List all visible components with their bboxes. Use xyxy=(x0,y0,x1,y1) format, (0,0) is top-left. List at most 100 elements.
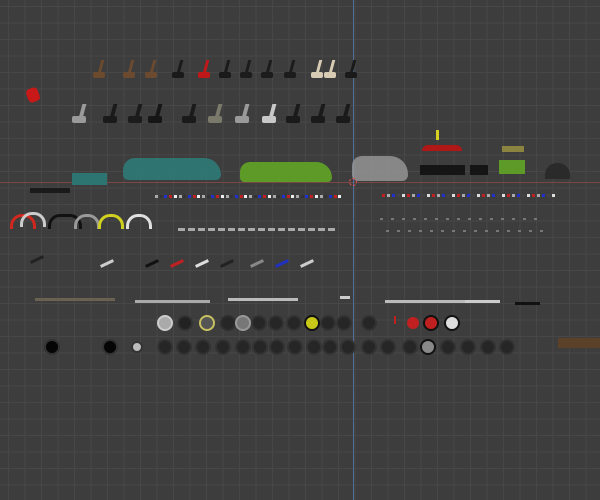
wheel-object[interactable] xyxy=(420,339,436,355)
wheel-object[interactable] xyxy=(177,315,193,331)
small-part[interactable] xyxy=(188,228,195,231)
wheel-object[interactable] xyxy=(361,315,377,331)
wheel-object[interactable] xyxy=(102,339,118,355)
small-part[interactable] xyxy=(424,218,427,220)
small-part[interactable] xyxy=(318,228,325,231)
wheel-object[interactable] xyxy=(340,339,356,355)
small-part[interactable] xyxy=(492,194,495,197)
wheel-object[interactable] xyxy=(306,339,322,355)
small-part[interactable] xyxy=(178,195,182,198)
small-part[interactable] xyxy=(159,195,163,198)
small-part[interactable] xyxy=(467,194,470,197)
wheel-object[interactable] xyxy=(286,315,302,331)
car-body-object[interactable] xyxy=(502,146,524,152)
small-part[interactable] xyxy=(477,194,480,197)
seat-object[interactable] xyxy=(311,116,325,123)
small-part[interactable] xyxy=(211,195,215,198)
small-part[interactable] xyxy=(198,228,205,231)
small-part[interactable] xyxy=(218,228,225,231)
small-part[interactable] xyxy=(380,218,383,220)
small-part[interactable] xyxy=(183,195,187,198)
small-part[interactable] xyxy=(534,218,537,220)
small-part[interactable] xyxy=(169,195,173,198)
small-part[interactable] xyxy=(462,230,466,232)
wheel-object[interactable] xyxy=(235,339,251,355)
suspension-object[interactable] xyxy=(170,259,184,268)
seat-object[interactable] xyxy=(286,116,300,123)
small-part[interactable] xyxy=(178,228,185,231)
small-part[interactable] xyxy=(272,195,276,198)
small-part[interactable] xyxy=(164,195,168,198)
small-part[interactable] xyxy=(281,195,285,198)
small-part[interactable] xyxy=(412,194,415,197)
wheel-object[interactable] xyxy=(44,339,60,355)
small-part[interactable] xyxy=(286,195,290,198)
small-part[interactable] xyxy=(537,194,540,197)
seat-object[interactable] xyxy=(148,116,162,123)
wheel-object[interactable] xyxy=(460,339,476,355)
small-part[interactable] xyxy=(253,195,257,198)
misc-part[interactable] xyxy=(436,130,439,140)
wheel-object[interactable] xyxy=(215,339,231,355)
small-part[interactable] xyxy=(187,195,191,198)
small-part[interactable] xyxy=(391,218,394,220)
small-part[interactable] xyxy=(501,218,504,220)
small-part[interactable] xyxy=(278,228,285,231)
small-part[interactable] xyxy=(258,228,265,231)
small-part[interactable] xyxy=(402,218,405,220)
wheel-object[interactable] xyxy=(287,339,303,355)
seat-object[interactable] xyxy=(240,72,252,78)
small-part[interactable] xyxy=(291,195,295,198)
wheel-object[interactable] xyxy=(444,315,460,331)
small-part[interactable] xyxy=(202,195,205,198)
seat-object[interactable] xyxy=(182,116,196,123)
small-part[interactable] xyxy=(248,228,255,231)
seat-object[interactable] xyxy=(219,72,231,78)
small-part[interactable] xyxy=(457,194,460,197)
small-part[interactable] xyxy=(452,194,455,197)
wheel-object[interactable] xyxy=(402,339,418,355)
small-part[interactable] xyxy=(487,194,490,197)
small-part[interactable] xyxy=(547,194,550,197)
small-part[interactable] xyxy=(517,230,521,232)
suspension-object[interactable] xyxy=(35,298,115,301)
seat-object[interactable] xyxy=(336,116,350,123)
fender-object[interactable] xyxy=(74,214,100,229)
seat-object[interactable] xyxy=(311,72,323,78)
small-part[interactable] xyxy=(296,195,299,198)
suspension-object[interactable] xyxy=(340,296,350,299)
small-part[interactable] xyxy=(249,195,252,198)
small-part[interactable] xyxy=(539,230,543,232)
wheel-object[interactable] xyxy=(252,339,268,355)
small-part[interactable] xyxy=(427,194,430,197)
small-part[interactable] xyxy=(244,195,248,198)
small-part[interactable] xyxy=(447,194,450,197)
small-part[interactable] xyxy=(442,194,445,197)
small-part[interactable] xyxy=(387,194,390,197)
small-part[interactable] xyxy=(502,194,505,197)
car-body-object[interactable] xyxy=(72,173,107,185)
seat-object[interactable] xyxy=(103,116,117,123)
seat-object[interactable] xyxy=(208,116,222,123)
small-part[interactable] xyxy=(468,218,471,220)
small-part[interactable] xyxy=(473,230,477,232)
small-part[interactable] xyxy=(532,194,535,197)
wheel-object[interactable] xyxy=(361,339,377,355)
suspension-object[interactable] xyxy=(385,300,465,303)
small-part[interactable] xyxy=(206,195,210,198)
small-part[interactable] xyxy=(239,195,243,198)
small-part[interactable] xyxy=(392,194,395,197)
wheel-object[interactable] xyxy=(499,339,515,355)
small-part[interactable] xyxy=(385,230,389,232)
seat-object[interactable] xyxy=(123,72,135,78)
suspension-object[interactable] xyxy=(228,298,298,301)
small-part[interactable] xyxy=(479,218,482,220)
seat-object[interactable] xyxy=(261,72,273,78)
small-part[interactable] xyxy=(523,218,526,220)
small-part[interactable] xyxy=(507,194,510,197)
small-part[interactable] xyxy=(457,218,460,220)
small-part[interactable] xyxy=(314,195,318,198)
small-part[interactable] xyxy=(413,218,416,220)
fender-object[interactable] xyxy=(20,212,46,227)
wheel-object[interactable] xyxy=(269,339,285,355)
